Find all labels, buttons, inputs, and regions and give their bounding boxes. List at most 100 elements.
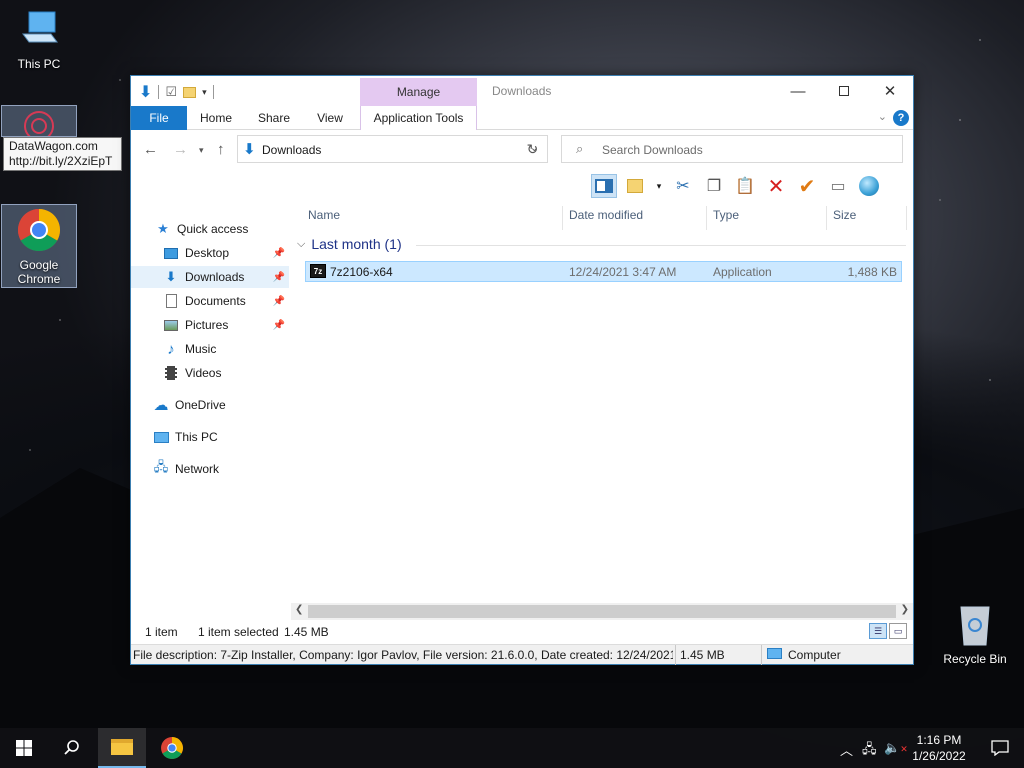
tab-view[interactable]: View xyxy=(307,106,353,130)
this-pc-icon xyxy=(22,11,58,43)
checkmark-icon: ✔ xyxy=(798,175,816,198)
taskbar-google-chrome[interactable] xyxy=(148,728,196,768)
refresh-button[interactable]: ↻ xyxy=(518,135,548,163)
taskbar-file-explorer[interactable] xyxy=(98,728,146,768)
network-icon: 🖧 xyxy=(153,459,169,474)
recent-locations-chevron-icon[interactable]: ▾ xyxy=(199,145,204,156)
details-view-button[interactable]: ☰ xyxy=(869,623,887,639)
scroll-left-arrow-icon[interactable]: ❮ xyxy=(295,604,303,615)
view-toggle: ☰ ▭ xyxy=(869,623,907,639)
globe-button[interactable] xyxy=(856,174,882,198)
file-row[interactable]: 7z 7z2106-x64 12/24/2021 3:47 AM Applica… xyxy=(305,261,902,282)
forward-arrow-icon[interactable]: → xyxy=(173,141,188,158)
horizontal-scrollbar[interactable]: ❮ ❯ xyxy=(291,603,913,620)
large-icons-view-button[interactable]: ▭ xyxy=(889,623,907,639)
action-center-button[interactable] xyxy=(976,728,1024,768)
address-row: ← → ▾ ↑ ⬇ Downloads ⌄ ↻ ⌕ Search Downloa… xyxy=(131,131,913,169)
onedrive-cloud-icon: ☁ xyxy=(153,397,169,414)
preview-pane-button[interactable] xyxy=(591,174,617,198)
details-view-icon: ☰ xyxy=(873,626,883,636)
nav-item-videos[interactable]: Videos xyxy=(131,362,289,384)
start-button[interactable] xyxy=(0,728,48,768)
tab-home[interactable]: Home xyxy=(193,106,239,130)
scroll-right-arrow-icon[interactable]: ❯ xyxy=(901,604,909,615)
nav-label: This PC xyxy=(175,430,218,444)
nav-label: Quick access xyxy=(177,222,249,236)
system-clock[interactable]: 1:16 PM 1/26/2022 xyxy=(905,732,973,764)
desktop-icon-recycle-bin[interactable]: Recycle Bin xyxy=(937,603,1013,666)
nav-item-music[interactable]: ♪ Music xyxy=(131,338,289,360)
copy-button[interactable]: ❐ xyxy=(701,174,727,198)
preview-pane-icon xyxy=(595,179,613,193)
column-header-size[interactable]: Size xyxy=(827,206,907,230)
nav-item-this-pc[interactable]: This PC xyxy=(131,426,289,448)
delete-button[interactable]: ✕ xyxy=(763,174,789,198)
nav-quick-access[interactable]: ★ Quick access xyxy=(155,218,289,240)
tab-share[interactable]: Share xyxy=(251,106,297,130)
pin-icon[interactable]: 📌 xyxy=(273,296,285,307)
search-button[interactable] xyxy=(48,728,96,768)
nav-item-pictures[interactable]: Pictures 📌 xyxy=(131,314,289,336)
close-button[interactable]: ✕ xyxy=(867,76,913,106)
tab-manage[interactable]: Manage xyxy=(360,78,477,106)
desktop-icon-this-pc[interactable]: This PC xyxy=(1,8,77,71)
folder-properties-icon xyxy=(627,179,643,193)
ribbon-collapse-chevron-icon[interactable]: ⌄ xyxy=(878,110,887,123)
network-status-icon[interactable]: 🖧 xyxy=(862,740,877,762)
properties-icon[interactable]: ☑ xyxy=(165,84,177,100)
group-collapse-chevron-icon: ⌵ xyxy=(297,237,306,250)
paste-button[interactable]: 📋 xyxy=(732,174,758,198)
up-arrow-icon[interactable]: ↑ xyxy=(217,141,225,158)
customize-qat-icon[interactable]: ▾ xyxy=(202,87,207,98)
file-description: File description: 7-Zip Installer, Compa… xyxy=(133,648,673,662)
rename-button[interactable]: ▭ xyxy=(825,174,851,198)
column-header-date-modified[interactable]: Date modified xyxy=(563,206,707,230)
nav-item-downloads[interactable]: ⬇ Downloads 📌 xyxy=(131,266,289,288)
new-folder-icon[interactable] xyxy=(183,86,197,98)
help-icon[interactable]: ? xyxy=(893,110,909,126)
group-divider xyxy=(416,245,906,246)
file-name: 7z2106-x64 xyxy=(330,265,393,279)
address-bar[interactable]: ⬇ Downloads ⌄ xyxy=(237,135,548,163)
info-divider xyxy=(675,645,676,665)
desktop-icon-label-line-2: Chrome xyxy=(17,272,61,286)
show-hidden-icons-chevron-icon[interactable]: ︿ xyxy=(840,740,853,759)
globe-icon xyxy=(859,176,879,196)
desktop-icon-google-chrome[interactable]: Google Chrome xyxy=(1,204,77,288)
status-bar: 1 item 1 item selected 1.45 MB ☰ ▭ xyxy=(131,622,913,642)
toolbar-dropdown-chevron-icon[interactable]: ▾ xyxy=(653,174,665,198)
new-folder-button[interactable] xyxy=(622,174,648,198)
nav-item-network[interactable]: 🖧 Network xyxy=(131,458,289,480)
ribbon-tabs: File Home Share View Application Tools xyxy=(131,106,913,130)
nav-item-onedrive[interactable]: ☁ OneDrive xyxy=(131,394,289,416)
minimize-button[interactable]: — xyxy=(775,76,821,106)
cut-button[interactable]: ✂ xyxy=(670,174,696,198)
address-path: Downloads xyxy=(262,143,322,157)
tab-file[interactable]: File xyxy=(131,106,187,130)
pin-icon[interactable]: 📌 xyxy=(273,320,285,331)
pictures-folder-icon xyxy=(163,317,179,333)
info-divider xyxy=(761,645,762,665)
title-bar: ⬇ ☑ ▾ Manage Downloads — ✕ xyxy=(131,76,913,106)
nav-item-desktop[interactable]: Desktop 📌 xyxy=(131,242,289,264)
confirm-button[interactable]: ✔ xyxy=(794,174,820,198)
pin-icon[interactable]: 📌 xyxy=(273,272,285,283)
group-header-last-month[interactable]: ⌵ Last month (1) xyxy=(297,236,402,252)
tab-application-tools[interactable]: Application Tools xyxy=(360,106,477,130)
maximize-button[interactable] xyxy=(821,76,867,106)
nav-item-documents[interactable]: Documents 📌 xyxy=(131,290,289,312)
refresh-icon: ↻ xyxy=(526,141,539,157)
qat-separator xyxy=(158,85,160,99)
column-header-type[interactable]: Type xyxy=(707,206,827,230)
chrome-icon xyxy=(17,209,61,252)
search-icon xyxy=(64,740,79,755)
pin-icon[interactable]: 📌 xyxy=(273,248,285,259)
scrollbar-thumb[interactable] xyxy=(308,605,896,618)
file-date-modified: 12/24/2021 3:47 AM xyxy=(569,265,677,279)
back-arrow-icon[interactable]: ← xyxy=(143,141,158,158)
search-box[interactable]: ⌕ Search Downloads xyxy=(561,135,903,163)
column-header-name[interactable]: Name xyxy=(302,206,563,230)
navigation-pane: ★ Quick access Desktop 📌 ⬇ Downloads 📌 D… xyxy=(131,204,291,604)
desktop-icon-datawagon[interactable] xyxy=(1,105,77,141)
info-location: Computer xyxy=(788,648,841,662)
